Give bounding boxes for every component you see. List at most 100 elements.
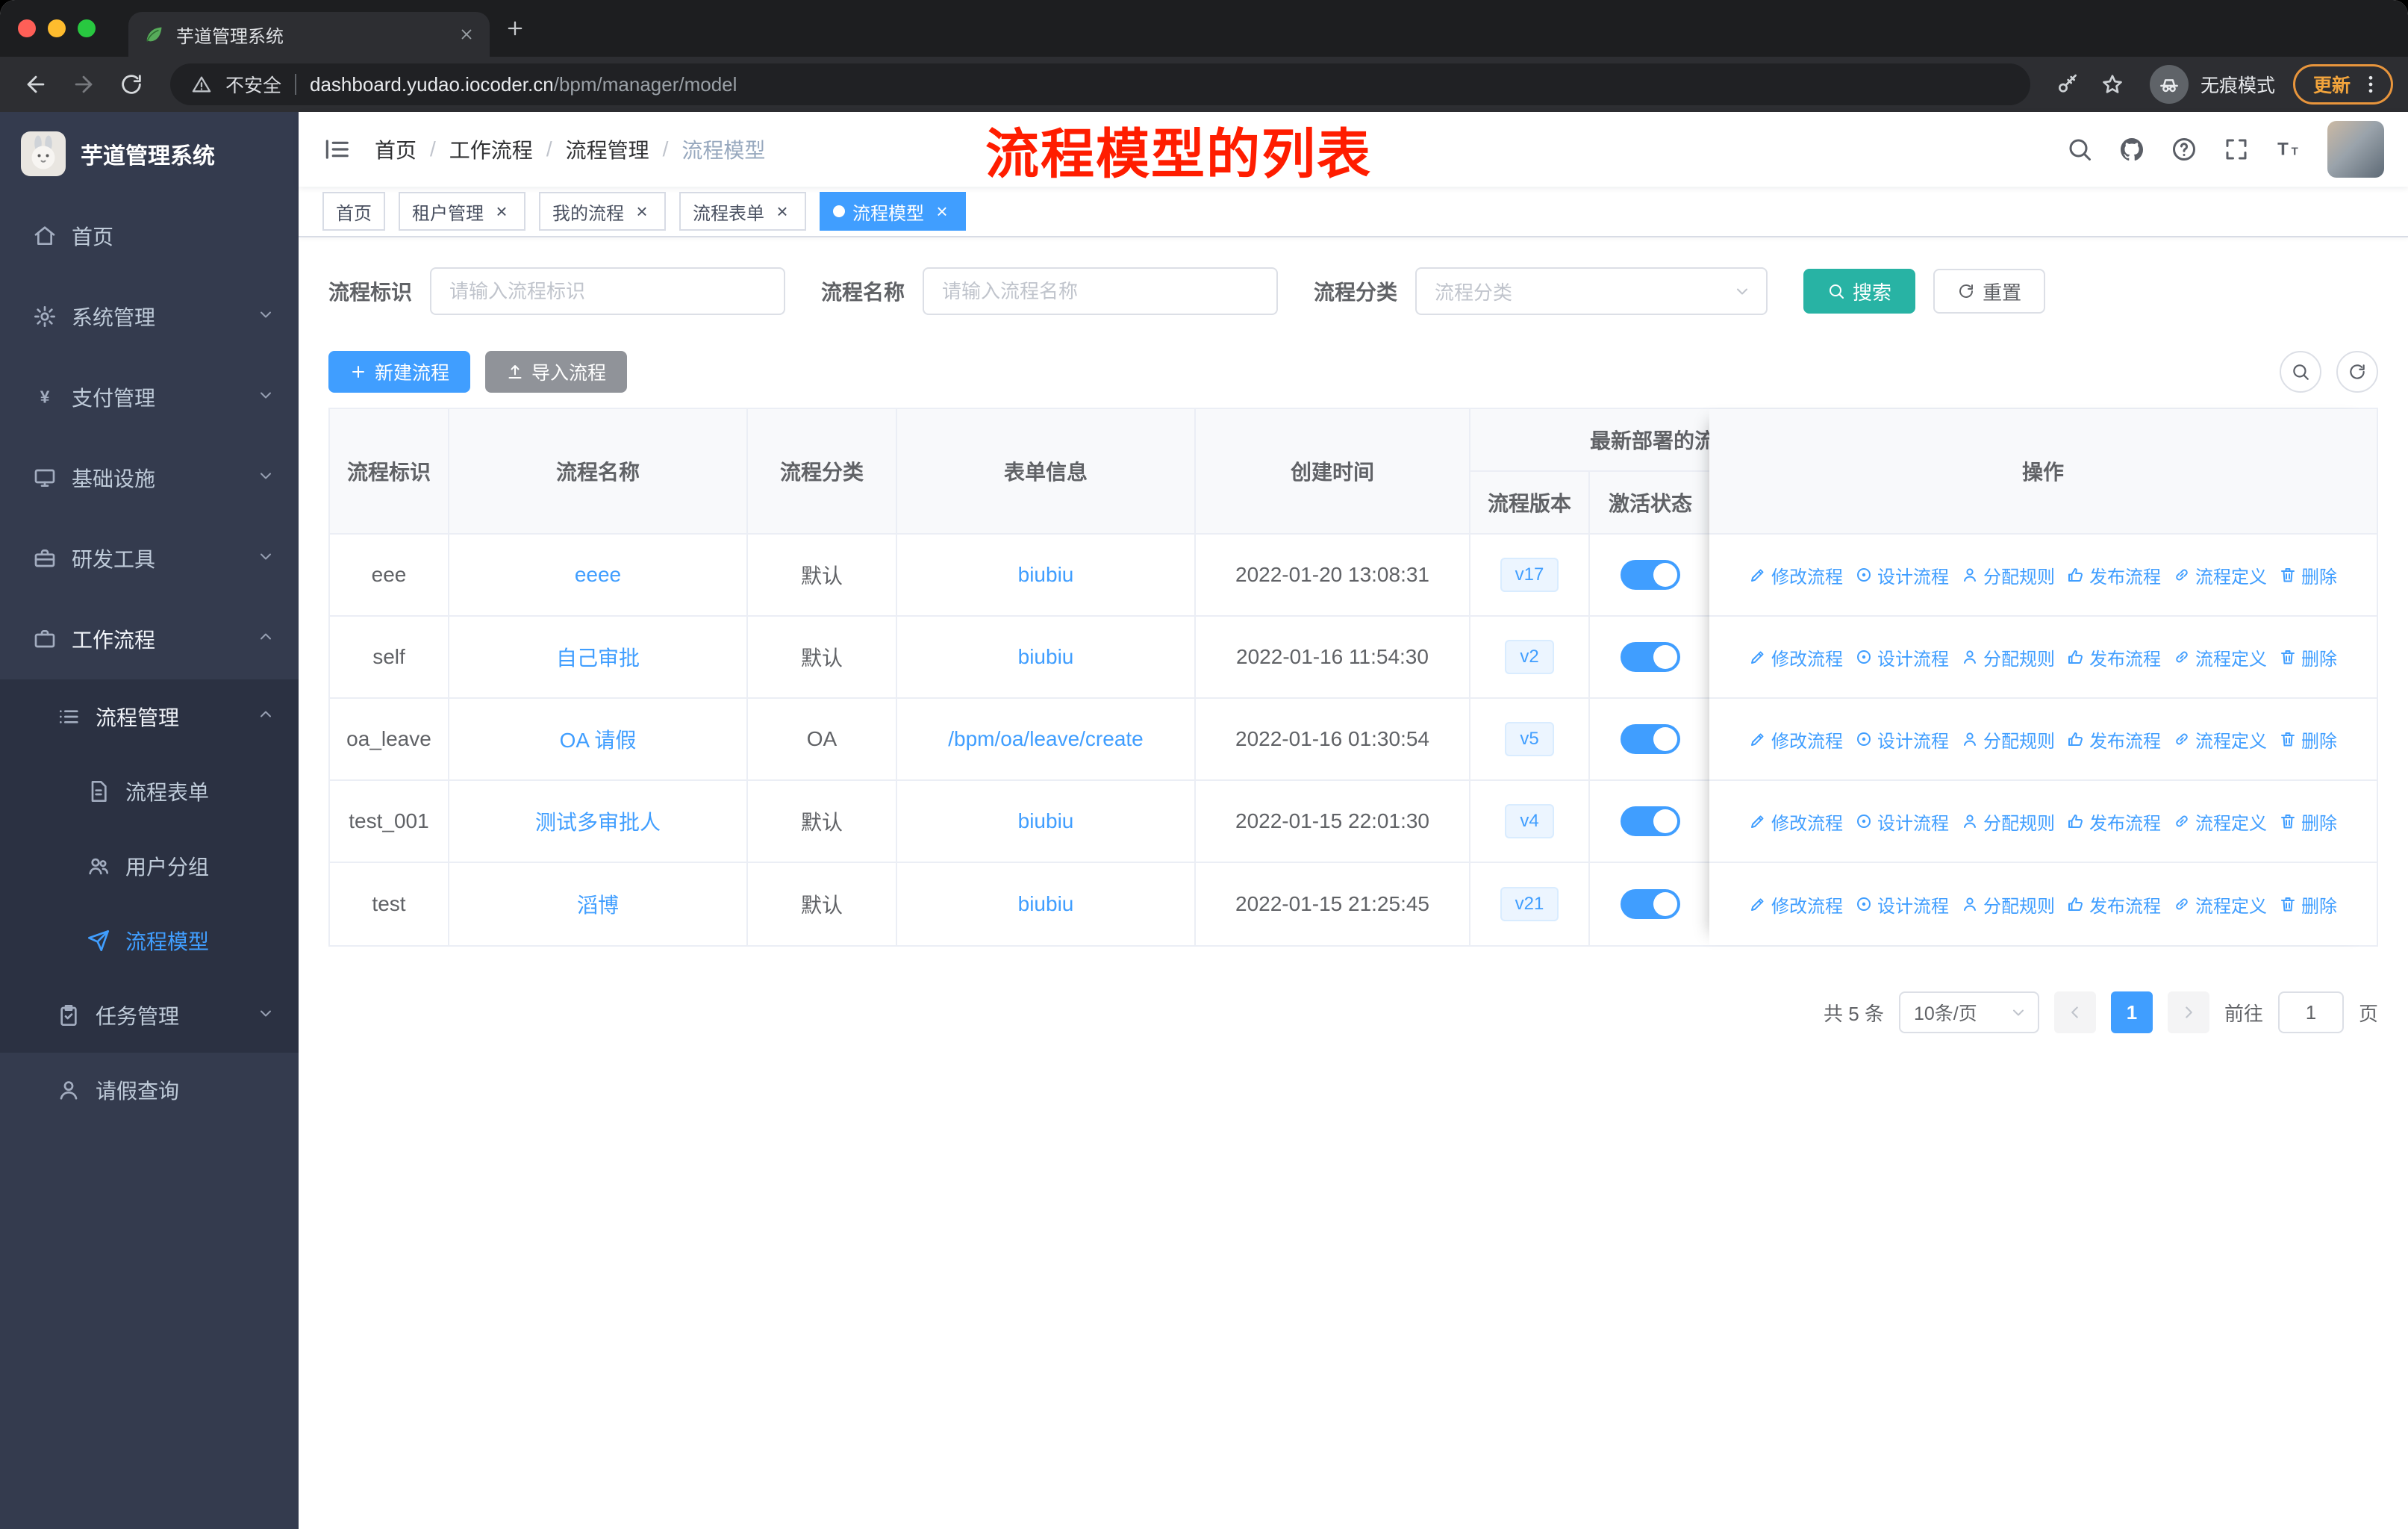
form-link[interactable]: /bpm/oa/leave/create xyxy=(948,727,1144,751)
window-zoom-button[interactable] xyxy=(78,19,96,37)
window-close-button[interactable] xyxy=(18,19,36,37)
action-edit-link[interactable]: 修改流程 xyxy=(1749,726,1843,753)
action-edit-link[interactable]: 修改流程 xyxy=(1749,562,1843,588)
search-icon[interactable] xyxy=(2066,136,2093,163)
sidebar-item[interactable]: 流程管理 xyxy=(0,679,299,754)
update-button[interactable]: 更新 xyxy=(2292,64,2393,105)
action-assign-link[interactable]: 分配规则 xyxy=(1961,891,2055,918)
new-tab-button[interactable] xyxy=(505,18,525,39)
page-size-select[interactable]: 10条/页 xyxy=(1898,991,2039,1033)
form-link[interactable]: biubiu xyxy=(1018,809,1074,833)
action-delete-link[interactable]: 删除 xyxy=(2279,726,2337,753)
action-publish-link[interactable]: 发布流程 xyxy=(2067,809,2161,835)
process-name-link[interactable]: eeee xyxy=(575,563,621,587)
help-icon[interactable] xyxy=(2171,136,2198,163)
active-toggle[interactable] xyxy=(1621,642,1680,672)
action-assign-link[interactable]: 分配规则 xyxy=(1961,644,2055,670)
tag-close-icon[interactable]: × xyxy=(932,201,952,222)
forward-button[interactable] xyxy=(63,63,105,105)
sidebar-item[interactable]: 流程表单 xyxy=(0,754,299,829)
sidebar-item[interactable]: 用户分组 xyxy=(0,829,299,903)
font-size-icon[interactable]: TT xyxy=(2275,136,2302,163)
back-button[interactable] xyxy=(15,63,57,105)
current-page-button[interactable]: 1 xyxy=(2110,991,2153,1033)
sidebar-toggle-icon[interactable] xyxy=(322,135,351,164)
breadcrumb-item[interactable]: 首页 xyxy=(375,134,417,164)
toggle-search-button[interactable] xyxy=(2280,351,2321,393)
action-delete-link[interactable]: 删除 xyxy=(2279,891,2337,918)
breadcrumb-item[interactable]: 流程管理 xyxy=(566,134,649,164)
browser-tab[interactable]: 芋道管理系统 xyxy=(128,12,490,57)
sidebar-item[interactable]: 请假查询 xyxy=(0,1053,299,1127)
action-delete-link[interactable]: 删除 xyxy=(2279,644,2337,670)
action-definition-link[interactable]: 流程定义 xyxy=(2173,809,2267,835)
sidebar-item[interactable]: ¥ 支付管理 xyxy=(0,357,299,437)
view-tag[interactable]: 我的流程 × xyxy=(539,192,666,231)
action-assign-link[interactable]: 分配规则 xyxy=(1961,562,2055,588)
import-process-button[interactable]: 导入流程 xyxy=(485,351,628,393)
action-delete-link[interactable]: 删除 xyxy=(2279,562,2337,588)
action-assign-link[interactable]: 分配规则 xyxy=(1961,726,2055,753)
goto-page-input[interactable] xyxy=(2277,991,2344,1033)
tag-close-icon[interactable]: × xyxy=(631,201,652,222)
github-icon[interactable] xyxy=(2118,136,2145,163)
action-edit-link[interactable]: 修改流程 xyxy=(1749,644,1843,670)
sidebar-item[interactable]: 首页 xyxy=(0,196,299,276)
action-publish-link[interactable]: 发布流程 xyxy=(2067,644,2161,670)
action-delete-link[interactable]: 删除 xyxy=(2279,809,2337,835)
sidebar-item[interactable]: 基础设施 xyxy=(0,437,299,518)
view-tag[interactable]: 租户管理 × xyxy=(399,192,525,231)
sidebar-item[interactable]: 系统管理 xyxy=(0,276,299,357)
search-button[interactable]: 搜索 xyxy=(1803,269,1916,314)
action-design-link[interactable]: 设计流程 xyxy=(1855,644,1949,670)
action-edit-link[interactable]: 修改流程 xyxy=(1749,891,1843,918)
user-avatar[interactable] xyxy=(2327,121,2384,178)
tag-close-icon[interactable]: × xyxy=(491,201,512,222)
view-tag[interactable]: 流程模型 × xyxy=(820,192,966,231)
active-toggle[interactable] xyxy=(1621,806,1680,836)
action-design-link[interactable]: 设计流程 xyxy=(1855,726,1949,753)
tag-close-icon[interactable]: × xyxy=(772,201,793,222)
action-definition-link[interactable]: 流程定义 xyxy=(2173,726,2267,753)
sidebar-item[interactable]: 工作流程 xyxy=(0,599,299,679)
action-design-link[interactable]: 设计流程 xyxy=(1855,891,1949,918)
action-edit-link[interactable]: 修改流程 xyxy=(1749,809,1843,835)
active-toggle[interactable] xyxy=(1621,560,1680,590)
sidebar-item[interactable]: 任务管理 xyxy=(0,978,299,1053)
action-design-link[interactable]: 设计流程 xyxy=(1855,809,1949,835)
action-publish-link[interactable]: 发布流程 xyxy=(2067,726,2161,753)
browser-menu-kebab-icon[interactable] xyxy=(2359,73,2382,96)
action-definition-link[interactable]: 流程定义 xyxy=(2173,891,2267,918)
process-name-link[interactable]: 自己审批 xyxy=(556,642,640,672)
fullscreen-icon[interactable] xyxy=(2223,136,2250,163)
view-tag[interactable]: 流程表单 × xyxy=(679,192,806,231)
process-key-input[interactable] xyxy=(430,267,786,315)
create-process-button[interactable]: 新建流程 xyxy=(328,351,471,393)
process-name-link[interactable]: 滔博 xyxy=(577,889,619,919)
prev-page-button[interactable] xyxy=(2053,991,2096,1033)
window-minimize-button[interactable] xyxy=(48,19,66,37)
sidebar-item[interactable]: 流程模型 xyxy=(0,903,299,978)
process-name-link[interactable]: OA 请假 xyxy=(560,724,637,754)
action-assign-link[interactable]: 分配规则 xyxy=(1961,809,2055,835)
refresh-table-button[interactable] xyxy=(2336,351,2378,393)
action-definition-link[interactable]: 流程定义 xyxy=(2173,644,2267,670)
breadcrumb-item[interactable]: 工作流程 xyxy=(449,134,533,164)
sidebar-item[interactable]: 研发工具 xyxy=(0,518,299,599)
view-tag[interactable]: 首页 xyxy=(322,192,385,231)
bookmark-star-icon[interactable] xyxy=(2093,65,2132,104)
form-link[interactable]: biubiu xyxy=(1018,892,1074,916)
active-toggle[interactable] xyxy=(1621,889,1680,919)
active-toggle[interactable] xyxy=(1621,724,1680,754)
action-design-link[interactable]: 设计流程 xyxy=(1855,562,1949,588)
form-link[interactable]: biubiu xyxy=(1018,563,1074,587)
password-key-icon[interactable] xyxy=(2048,65,2087,104)
action-definition-link[interactable]: 流程定义 xyxy=(2173,562,2267,588)
action-publish-link[interactable]: 发布流程 xyxy=(2067,562,2161,588)
process-name-input[interactable] xyxy=(923,267,1279,315)
next-page-button[interactable] xyxy=(2167,991,2209,1033)
reload-button[interactable] xyxy=(110,63,152,105)
address-bar[interactable]: 不安全 dashboard.yudao.iocoder.cn/bpm/manag… xyxy=(170,63,2030,105)
action-publish-link[interactable]: 发布流程 xyxy=(2067,891,2161,918)
category-select[interactable]: 流程分类 xyxy=(1415,267,1768,315)
